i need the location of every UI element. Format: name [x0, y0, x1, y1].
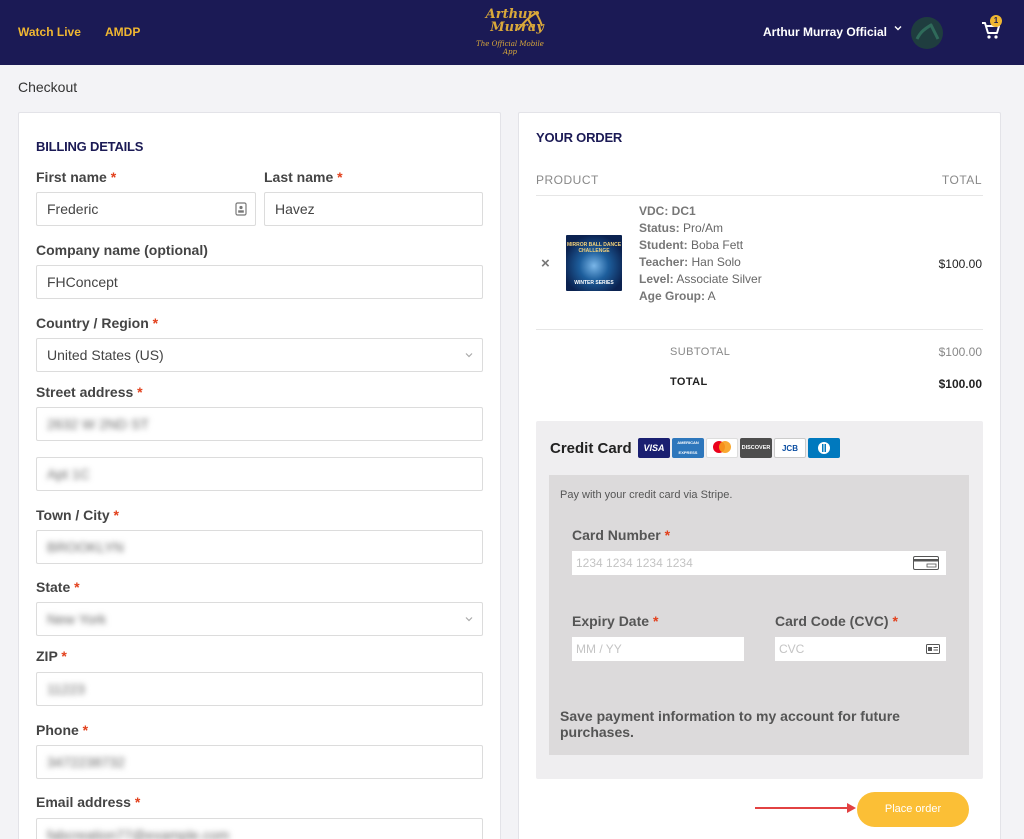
- cvc-label: Card Code (CVC) *: [775, 613, 898, 629]
- arthur-murray-logo[interactable]: Arthur Murray The Official Mobile App: [470, 8, 550, 58]
- amex-icon: AMERICAN EXPRESS: [672, 438, 704, 458]
- chevron-down-icon[interactable]: [893, 23, 903, 33]
- cvc-card-icon: [926, 644, 940, 654]
- subtotal-label: SUBTOTAL: [670, 346, 731, 358]
- city-field[interactable]: BROOKLYN: [36, 530, 483, 564]
- street-label: Street address *: [36, 384, 143, 400]
- company-field[interactable]: FHConcept: [36, 265, 483, 299]
- company-label: Company name (optional): [36, 242, 208, 258]
- expiry-input[interactable]: MM / YY: [572, 637, 744, 661]
- state-select[interactable]: New York: [36, 602, 483, 636]
- thumb-subtitle: WINTER SERIES: [574, 280, 614, 286]
- mastercard-circles-icon: [713, 441, 731, 453]
- street-address-field-2[interactable]: Apt 1C: [36, 457, 483, 491]
- first-name-label: First name *: [36, 169, 117, 185]
- product-thumbnail: MIRROR BALL DANCE CHALLENGE WINTER SERIE…: [566, 235, 622, 291]
- nav-amdp[interactable]: AMDP: [105, 25, 140, 39]
- payment-method-box: Credit Card VISA AMERICAN EXPRESS DISCOV…: [536, 421, 983, 779]
- stripe-note: Pay with your credit card via Stripe.: [560, 489, 733, 501]
- zip-label: ZIP *: [36, 648, 67, 664]
- cart-count-badge: 1: [990, 15, 1002, 27]
- logo-tagline: The Official Mobile App: [476, 40, 544, 56]
- remove-item-icon[interactable]: ×: [541, 255, 550, 272]
- meta-status: Status: Pro/Am: [639, 221, 724, 235]
- credit-card-icon: [913, 556, 939, 570]
- zip-field[interactable]: 11223: [36, 672, 483, 706]
- last-name-label: Last name *: [264, 169, 343, 185]
- visa-icon: VISA: [638, 438, 670, 458]
- phone-field[interactable]: 3472238732: [36, 745, 483, 779]
- city-label: Town / City *: [36, 507, 119, 523]
- meta-student: Student: Boba Fett: [639, 238, 744, 252]
- place-order-button[interactable]: Place order: [857, 792, 969, 827]
- stripe-card-form: Pay with your credit card via Stripe. Ca…: [549, 475, 969, 755]
- billing-details-panel: BILLING DETAILS First name * Frederic La…: [18, 112, 501, 839]
- divider: [536, 329, 983, 330]
- autofill-contact-icon[interactable]: [235, 202, 247, 216]
- item-total: $100.00: [938, 257, 982, 271]
- dancers-logo-icon: [517, 11, 543, 31]
- credit-card-title[interactable]: Credit Card: [550, 440, 632, 457]
- country-select[interactable]: United States (US): [36, 338, 483, 372]
- first-name-field[interactable]: Frederic: [36, 192, 256, 226]
- your-order-panel: YOUR ORDER PRODUCT TOTAL × MIRROR BALL D…: [518, 112, 1001, 839]
- state-label: State *: [36, 579, 80, 595]
- jcb-icon: JCB: [774, 438, 806, 458]
- page-title: Checkout: [18, 79, 78, 95]
- diners-circle-icon: [818, 442, 830, 454]
- last-name-field[interactable]: Havez: [264, 192, 483, 226]
- total-value: $100.00: [938, 377, 982, 391]
- avatar-image-icon: [915, 22, 940, 40]
- discover-icon: DISCOVER: [740, 438, 772, 458]
- chevron-down-icon: [465, 353, 473, 358]
- mastercard-icon: [706, 438, 738, 458]
- card-number-input[interactable]: 1234 1234 1234 1234: [572, 551, 946, 575]
- meta-age-group: Age Group: A: [639, 289, 716, 303]
- meta-level: Level: Associate Silver: [639, 272, 762, 286]
- red-arrow-annotation-icon: [755, 803, 856, 813]
- product-name: VDC: DC1: [639, 204, 696, 218]
- country-label: Country / Region *: [36, 315, 159, 331]
- subtotal-value: $100.00: [938, 345, 982, 359]
- nav-watch-live[interactable]: Watch Live: [18, 25, 81, 39]
- column-header-product: PRODUCT: [536, 173, 599, 187]
- user-menu-name[interactable]: Arthur Murray Official: [763, 25, 887, 39]
- billing-title: BILLING DETAILS: [36, 139, 144, 154]
- meta-teacher: Teacher: Han Solo: [639, 255, 741, 269]
- diners-club-icon: [808, 438, 840, 458]
- expiry-label: Expiry Date *: [572, 613, 659, 629]
- street-address-field-1[interactable]: 2632 W 2ND ST: [36, 407, 483, 441]
- phone-label: Phone *: [36, 722, 89, 738]
- product-details: VDC: DC1 Status: Pro/Am Student: Boba Fe…: [639, 203, 762, 305]
- thumb-title: MIRROR BALL DANCE CHALLENGE: [566, 242, 622, 254]
- total-label: TOTAL: [670, 376, 708, 388]
- card-number-label: Card Number *: [572, 527, 671, 543]
- email-field[interactable]: fabcreation77@example.com: [36, 818, 483, 839]
- top-nav-bar: Watch Live AMDP Arthur Murray The Offici…: [0, 0, 1024, 65]
- save-payment-checkbox-label[interactable]: Save payment information to my account f…: [560, 708, 940, 740]
- chevron-down-icon: [465, 617, 473, 622]
- divider: [536, 195, 983, 196]
- cvc-input[interactable]: CVC: [775, 637, 946, 661]
- order-title: YOUR ORDER: [536, 130, 623, 145]
- column-header-total: TOTAL: [941, 173, 982, 187]
- email-label: Email address *: [36, 794, 141, 810]
- avatar[interactable]: [911, 17, 943, 49]
